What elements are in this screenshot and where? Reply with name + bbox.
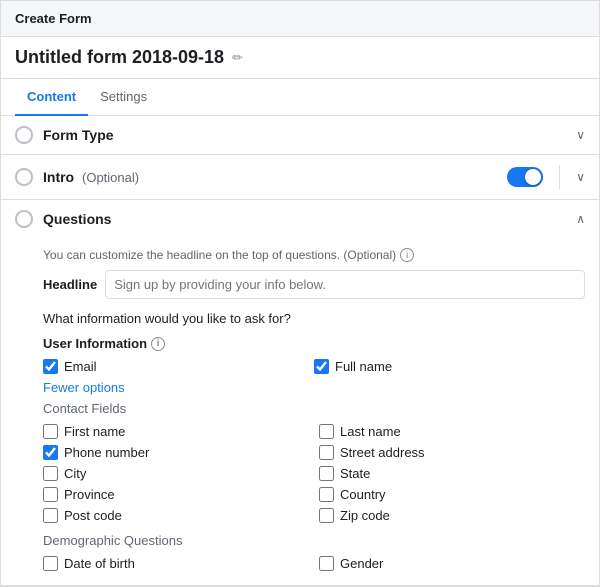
postcode-checkbox[interactable] <box>43 508 58 523</box>
email-checkbox[interactable] <box>43 359 58 374</box>
street-checkbox[interactable] <box>319 445 334 460</box>
country-checkbox[interactable] <box>319 487 334 502</box>
phone-item: Phone number <box>43 445 309 460</box>
hint-info-icon[interactable]: i <box>400 248 414 262</box>
email-checkbox-item: Email <box>43 359 314 374</box>
last-name-checkbox[interactable] <box>319 424 334 439</box>
title-bar-label: Create Form <box>15 11 92 26</box>
zipcode-item: Zip code <box>319 508 585 523</box>
headline-input[interactable] <box>105 270 585 299</box>
headline-label: Headline <box>43 277 97 292</box>
fullname-checkbox[interactable] <box>314 359 329 374</box>
first-name-checkbox[interactable] <box>43 424 58 439</box>
questions-circle <box>15 210 33 228</box>
user-info-label: User Information i <box>43 336 585 351</box>
intro-optional: (Optional) <box>82 170 139 185</box>
gender-item: Gender <box>319 556 585 571</box>
user-checkboxes-row: Email Full name <box>43 359 585 374</box>
country-label[interactable]: Country <box>340 487 386 502</box>
state-label[interactable]: State <box>340 466 370 481</box>
section-intro: Intro (Optional) ∨ <box>1 155 599 200</box>
province-item: Province <box>43 487 309 502</box>
street-item: Street address <box>319 445 585 460</box>
postcode-item: Post code <box>43 508 309 523</box>
first-name-label[interactable]: First name <box>64 424 125 439</box>
province-checkbox[interactable] <box>43 487 58 502</box>
street-label[interactable]: Street address <box>340 445 425 460</box>
edit-icon[interactable]: ✏ <box>232 50 243 66</box>
dob-checkbox[interactable] <box>43 556 58 571</box>
section-form-type: Form Type ∨ <box>1 116 599 155</box>
city-item: City <box>43 466 309 481</box>
demographic-row: Date of birth Gender <box>43 556 585 571</box>
intro-circle <box>15 168 33 186</box>
form-type-title: Form Type <box>43 127 576 143</box>
form-name: Untitled form 2018-09-18 <box>15 47 224 68</box>
section-questions: Questions ∧ You can customize the headli… <box>1 200 599 586</box>
questions-title: Questions <box>43 211 576 227</box>
email-label[interactable]: Email <box>64 359 97 374</box>
fullname-checkbox-item: Full name <box>314 359 585 374</box>
form-type-chevron: ∨ <box>576 128 585 142</box>
intro-toggle[interactable] <box>507 167 543 187</box>
contact-grid: First name Last name Phone number Street… <box>43 424 585 523</box>
demographic-label: Demographic Questions <box>43 533 585 548</box>
form-type-circle <box>15 126 33 144</box>
dob-label[interactable]: Date of birth <box>64 556 135 571</box>
tab-settings[interactable]: Settings <box>88 79 159 116</box>
zipcode-checkbox[interactable] <box>319 508 334 523</box>
province-label[interactable]: Province <box>64 487 115 502</box>
questions-hint: You can customize the headline on the to… <box>43 248 585 262</box>
ask-text: What information would you like to ask f… <box>43 311 585 326</box>
headline-row: Headline <box>43 270 585 299</box>
city-label[interactable]: City <box>64 466 86 481</box>
last-name-item: Last name <box>319 424 585 439</box>
state-item: State <box>319 466 585 481</box>
questions-body: You can customize the headline on the to… <box>1 238 599 585</box>
main-window: Create Form Untitled form 2018-09-18 ✏ C… <box>0 0 600 587</box>
intro-header[interactable]: Intro (Optional) ∨ <box>1 155 599 199</box>
tab-content[interactable]: Content <box>15 79 88 116</box>
gender-checkbox[interactable] <box>319 556 334 571</box>
user-info-icon[interactable]: i <box>151 337 165 351</box>
form-type-header[interactable]: Form Type ∨ <box>1 116 599 154</box>
questions-chevron: ∧ <box>576 212 585 226</box>
fullname-label[interactable]: Full name <box>335 359 392 374</box>
intro-title: Intro (Optional) <box>43 169 507 185</box>
zipcode-label[interactable]: Zip code <box>340 508 390 523</box>
contact-fields-label: Contact Fields <box>43 401 585 416</box>
intro-chevron: ∨ <box>576 170 585 184</box>
phone-label[interactable]: Phone number <box>64 445 149 460</box>
title-bar: Create Form <box>1 1 599 37</box>
last-name-label[interactable]: Last name <box>340 424 401 439</box>
tabs-row: Content Settings <box>1 79 599 116</box>
state-checkbox[interactable] <box>319 466 334 481</box>
first-name-item: First name <box>43 424 309 439</box>
dob-item: Date of birth <box>43 556 309 571</box>
questions-header[interactable]: Questions ∧ <box>1 200 599 238</box>
city-checkbox[interactable] <box>43 466 58 481</box>
postcode-label[interactable]: Post code <box>64 508 122 523</box>
form-title-row: Untitled form 2018-09-18 ✏ <box>1 37 599 79</box>
intro-divider <box>559 165 560 189</box>
fewer-options-link[interactable]: Fewer options <box>43 380 585 395</box>
phone-checkbox[interactable] <box>43 445 58 460</box>
intro-toggle-wrapper: ∨ <box>507 165 585 189</box>
gender-label[interactable]: Gender <box>340 556 383 571</box>
country-item: Country <box>319 487 585 502</box>
